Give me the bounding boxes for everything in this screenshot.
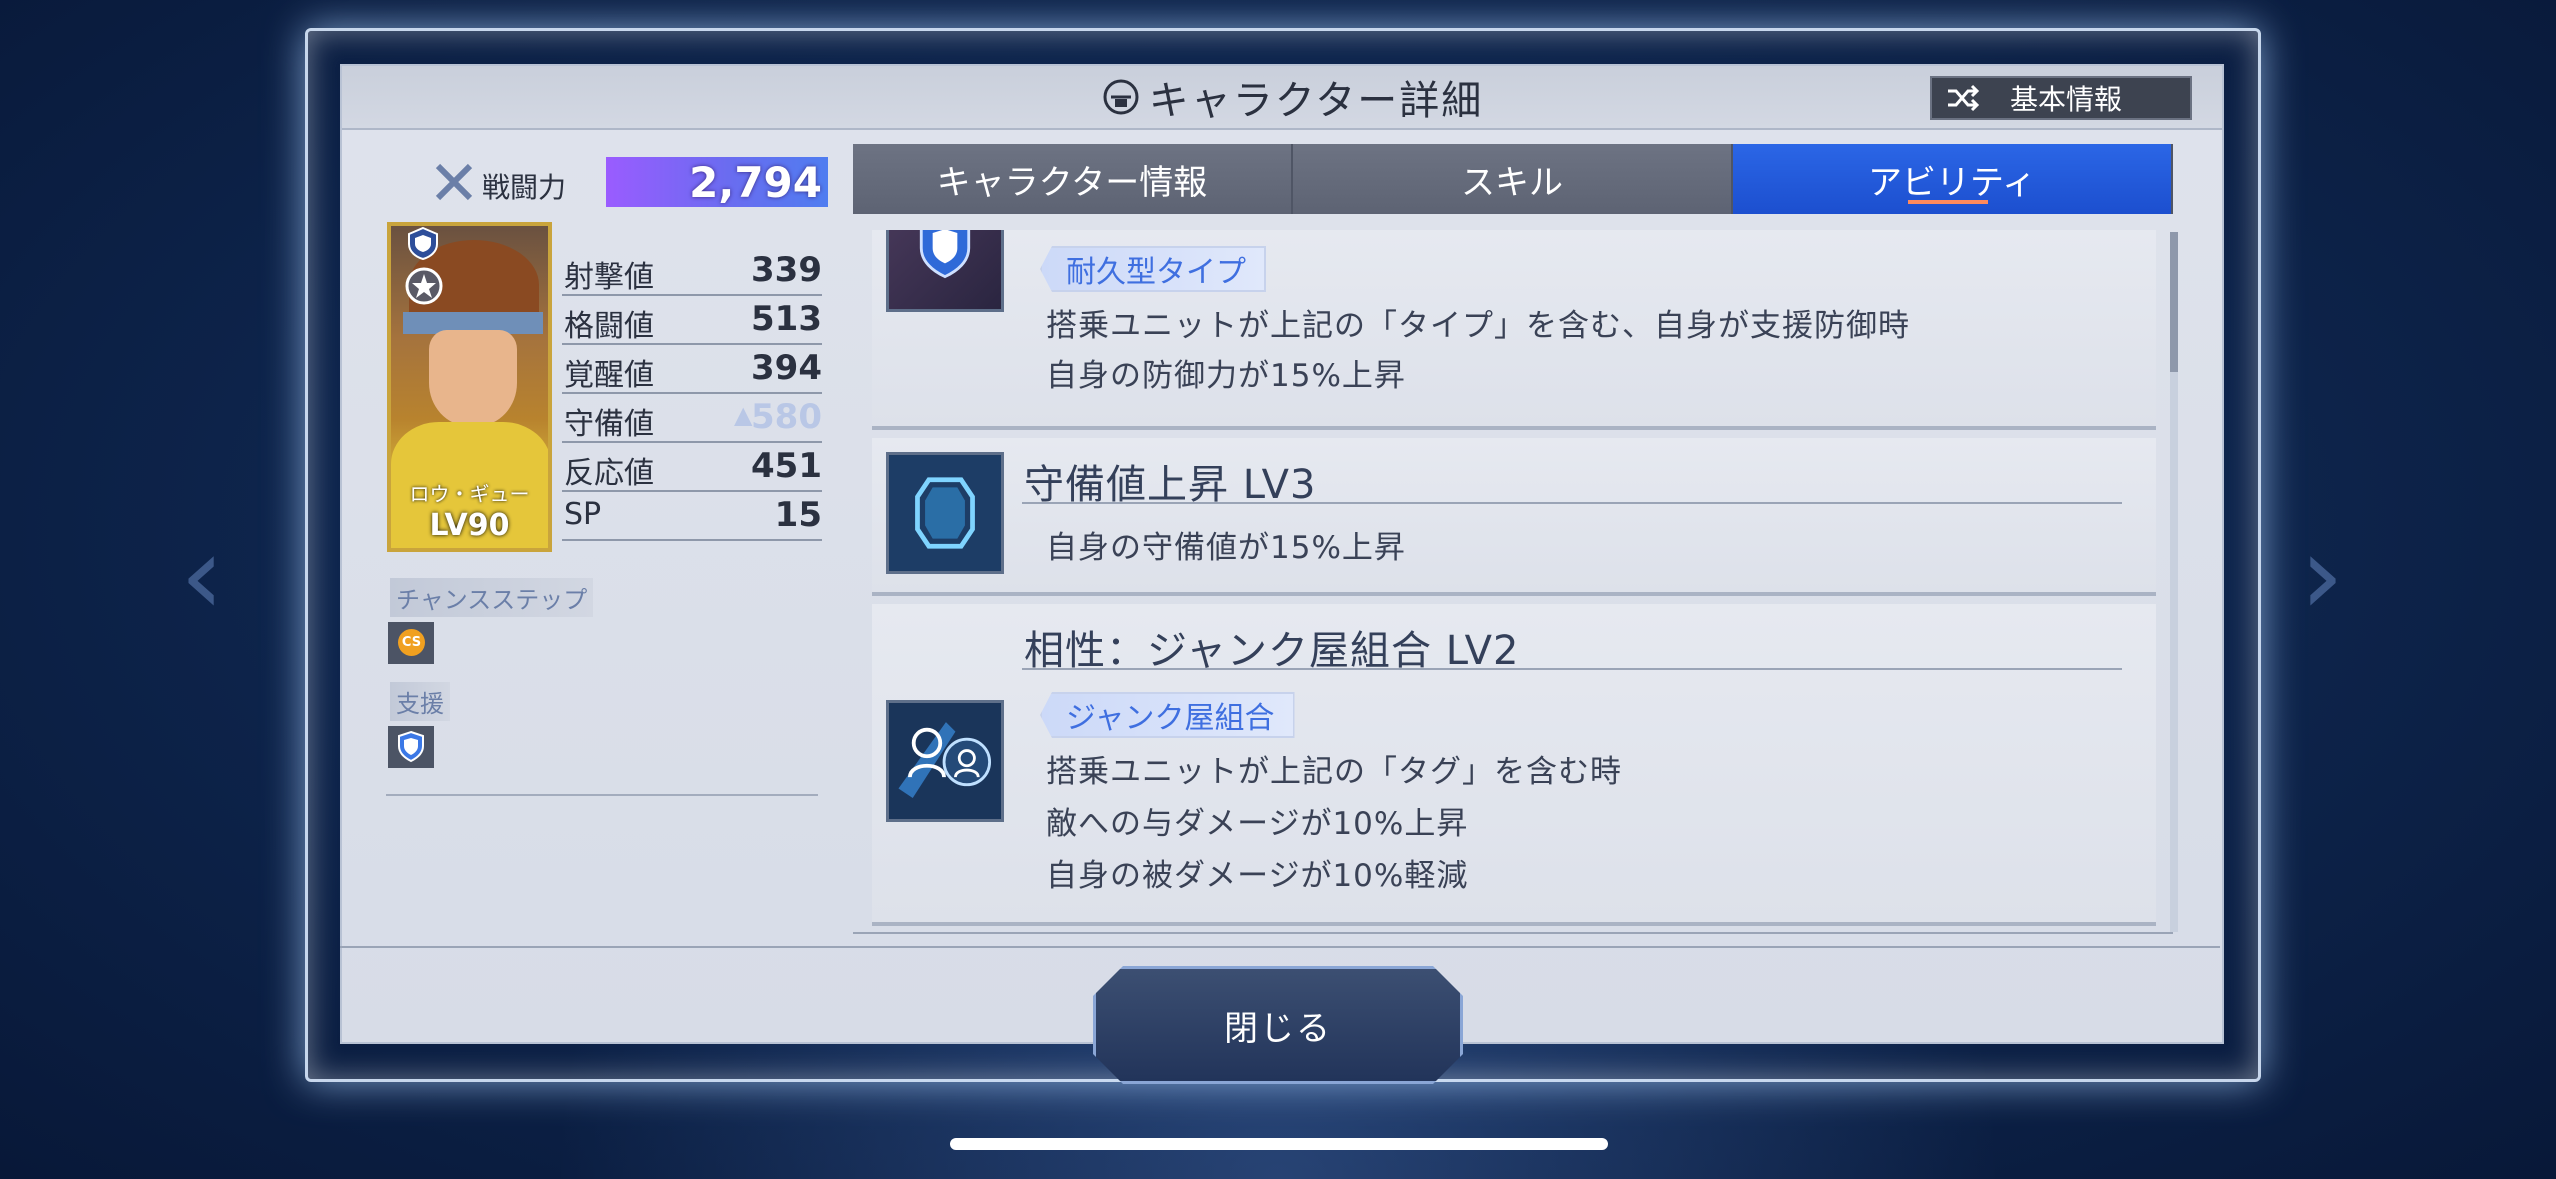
- character-level: LV90: [429, 508, 510, 543]
- panel-bottom-rule: [340, 946, 2220, 948]
- tab-label: スキル: [1461, 162, 1563, 203]
- ability-desc-line: 自身の守備値が15%上昇: [1046, 530, 1406, 566]
- ability-desc-line: 自身の被ダメージが10%軽減: [1046, 858, 1469, 894]
- cs-coin-icon: CS: [398, 629, 425, 656]
- power-value: 2,794: [689, 157, 822, 207]
- stat-name: 覚醒値: [564, 358, 654, 393]
- support-icon[interactable]: [388, 726, 434, 768]
- stat-name: 射撃値: [564, 260, 654, 295]
- ability-desc-line: 敵への与ダメージが10%上昇: [1046, 806, 1469, 842]
- stat-row-awakening: 覚醒値 394: [562, 346, 822, 394]
- character-name: ロウ・ギュー: [409, 482, 530, 506]
- tab-character-info[interactable]: キャラクター情報: [853, 144, 1293, 214]
- portrait-face: [429, 330, 517, 426]
- stat-value: 394: [751, 348, 822, 388]
- stat-value: 339: [751, 250, 822, 290]
- stat-name: 反応値: [564, 456, 654, 491]
- stat-row-defense: 守備値 ▲ 580: [562, 395, 822, 443]
- left-divider: [386, 794, 818, 796]
- title-rule: [1022, 668, 2122, 670]
- next-arrow-icon[interactable]: ›: [2300, 520, 2344, 630]
- stat-value: 15: [774, 495, 822, 535]
- stat-value: 513: [751, 299, 822, 339]
- ability-tag: 耐久型タイプ: [1040, 246, 1266, 292]
- page-title: キャラクター詳細: [1062, 72, 1522, 124]
- ability-icon: [886, 452, 1004, 574]
- ability-card-durable: 耐久型タイプ 搭乗ユニットが上記の「タイプ」を含む、自身が支援防御時 自身の防御…: [872, 230, 2156, 430]
- shield-badge-icon: [408, 226, 438, 260]
- home-indicator[interactable]: [950, 1138, 1608, 1150]
- tab-skill[interactable]: スキル: [1293, 144, 1733, 214]
- tab-label: アビリティ: [1868, 162, 2036, 203]
- active-tab-indicator: [1908, 200, 1988, 204]
- stat-row-reaction: 反応値 451: [562, 444, 822, 492]
- shield-icon: [919, 230, 971, 279]
- stat-row-shooting: 射撃値 339: [562, 248, 822, 296]
- ability-icon: [886, 230, 1004, 312]
- basic-info-label: 基本情報: [2010, 83, 2123, 116]
- stat-name: SP: [564, 497, 602, 532]
- shield-icon: [398, 730, 424, 763]
- ability-desc-line: 搭乗ユニットが上記の「タグ」を含む時: [1046, 754, 1622, 790]
- list-bottom-rule: [853, 932, 2173, 934]
- ability-card-junk-guild: 相性：ジャンク屋組合 LV2 ジャンク屋組合 搭乗ユニットが上記の「タグ」を含む…: [872, 604, 2156, 926]
- stat-value: 580: [751, 397, 822, 437]
- support-label: 支援: [390, 682, 450, 721]
- stat-name: 格闘値: [564, 309, 654, 344]
- ability-icon: [886, 700, 1004, 822]
- stat-up-arrow-icon: ▲: [734, 401, 753, 429]
- star-badge-icon: [405, 267, 443, 305]
- pilot-affinity-icon: [889, 703, 1001, 819]
- shuffle-icon: [1948, 84, 1980, 112]
- close-button-label: 閉じる: [1224, 1008, 1332, 1049]
- helmet-icon: [1103, 79, 1139, 115]
- crossed-swords-icon: [435, 163, 473, 201]
- previous-arrow-icon[interactable]: ‹: [180, 520, 224, 630]
- ability-card-defense-up: 守備値上昇 LV3 自身の守備値が15%上昇: [872, 438, 2156, 596]
- panel-header: キャラクター詳細 基本情報: [342, 66, 2222, 130]
- close-button[interactable]: 閉じる: [1093, 966, 1463, 1084]
- ability-desc-line: 自身の防御力が15%上昇: [1046, 358, 1406, 394]
- tab-label: キャラクター情報: [936, 162, 1208, 203]
- stat-row-melee: 格闘値 513: [562, 297, 822, 345]
- basic-info-button[interactable]: 基本情報: [1930, 76, 2192, 120]
- chance-step-label: チャンスステップ: [390, 578, 594, 617]
- power-label: 戦闘力: [482, 171, 567, 204]
- hexagon-shield-icon: [889, 455, 1001, 571]
- chance-step-icon[interactable]: CS: [388, 622, 434, 664]
- stat-value: 451: [751, 446, 822, 486]
- ability-list[interactable]: 耐久型タイプ 搭乗ユニットが上記の「タイプ」を含む、自身が支援防御時 自身の防御…: [866, 230, 2166, 930]
- scrollbar-thumb[interactable]: [2170, 232, 2178, 372]
- tab-ability[interactable]: アビリティ: [1733, 144, 2173, 214]
- stat-name: 守備値: [564, 407, 654, 442]
- tab-bar: キャラクター情報 スキル アビリティ: [853, 144, 2173, 214]
- ability-tag: ジャンク屋組合: [1040, 692, 1295, 738]
- page-title-text: キャラクター詳細: [1148, 78, 1484, 124]
- ability-desc-line: 搭乗ユニットが上記の「タイプ」を含む、自身が支援防御時: [1046, 308, 1910, 344]
- title-rule: [1022, 502, 2122, 504]
- stat-row-sp: SP 15: [562, 493, 822, 541]
